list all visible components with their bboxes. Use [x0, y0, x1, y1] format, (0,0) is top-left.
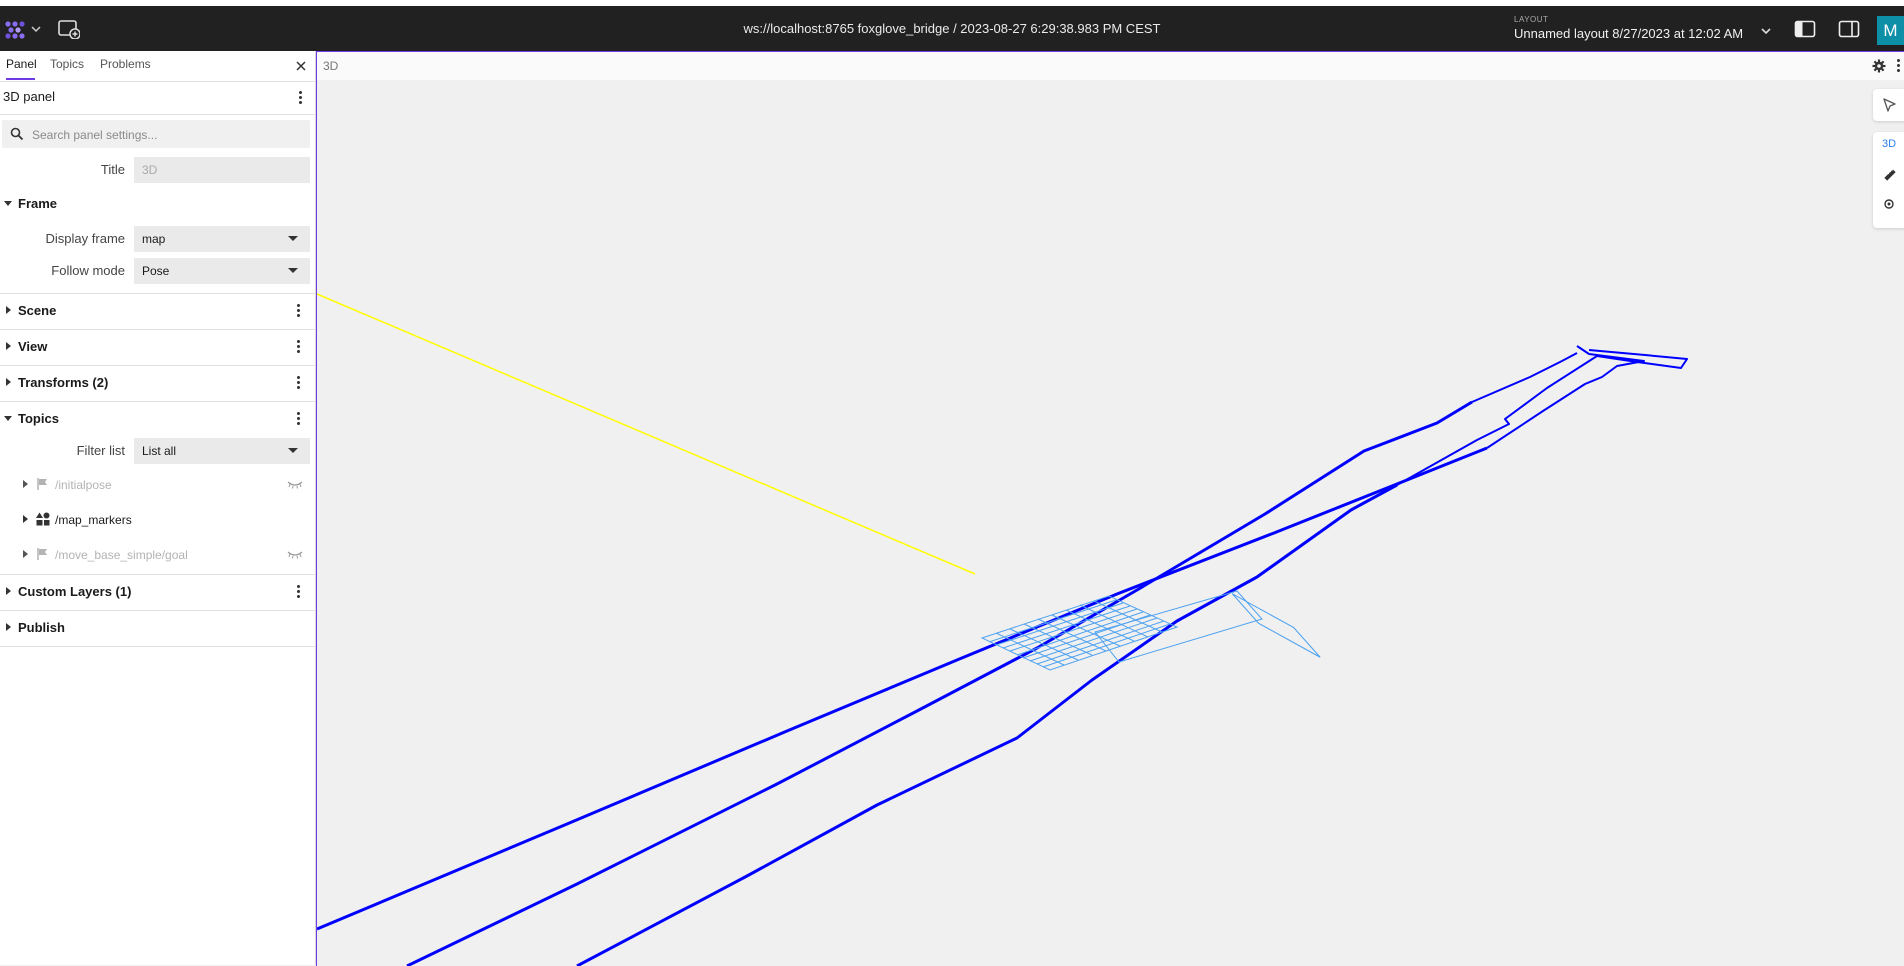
- filter-list-value: List all: [142, 444, 177, 458]
- section-publish[interactable]: Publish: [0, 611, 315, 645]
- select-tool-button[interactable]: [1873, 89, 1904, 121]
- scene-menu-kebab-icon[interactable]: [295, 304, 301, 318]
- view-mode-3d-button[interactable]: 3D: [1873, 138, 1904, 150]
- caret-right-icon[interactable]: [21, 515, 29, 523]
- section-publish-label: Publish: [18, 620, 65, 635]
- right-sidebar-toggle-icon[interactable]: [1838, 20, 1860, 38]
- foxglove-logo-icon[interactable]: [4, 18, 28, 40]
- layout-selector[interactable]: LAYOUT Unnamed layout 8/27/2023 at 12:02…: [1514, 15, 1743, 41]
- pose-arrow-line: [317, 293, 976, 575]
- title-value: 3D: [142, 163, 158, 177]
- custom-layers-menu-kebab-icon[interactable]: [295, 585, 301, 599]
- app-topbar: ws://localhost:8765 foxglove_bridge / 20…: [0, 6, 1904, 51]
- section-custom-layers-label: Custom Layers (1): [18, 584, 132, 599]
- 3d-viewport-panel: 3D 3D: [316, 51, 1904, 966]
- panel-settings-sidebar: Panel Topics Problems 3D panel Title 3D …: [0, 51, 316, 965]
- topic-row-map-markers[interactable]: /map_markers: [0, 505, 315, 535]
- settings-search: [2, 120, 310, 148]
- flag-icon: [37, 478, 47, 490]
- sidebar-tabs: Panel Topics Problems: [0, 51, 315, 82]
- topic-name: /move_base_simple/goal: [55, 548, 188, 562]
- caret-right-icon: [6, 342, 11, 350]
- shapes-icon: [36, 512, 50, 526]
- connection-title[interactable]: ws://localhost:8765 foxglove_bridge / 20…: [744, 21, 1161, 36]
- section-frame-label: Frame: [18, 196, 58, 211]
- view-tools-group: 3D: [1873, 132, 1904, 228]
- caret-right-icon[interactable]: [21, 480, 29, 488]
- section-view-label: View: [18, 339, 48, 354]
- left-sidebar-toggle-icon[interactable]: [1794, 20, 1816, 38]
- title-field[interactable]: 3D: [134, 157, 310, 183]
- add-panel-icon[interactable]: [58, 19, 80, 39]
- search-input[interactable]: [30, 123, 304, 147]
- filter-list-select[interactable]: List all: [134, 438, 310, 464]
- caret-right-icon: [6, 306, 11, 314]
- user-avatar[interactable]: M: [1877, 16, 1904, 45]
- filter-list-label: Filter list: [76, 443, 125, 458]
- gear-icon[interactable]: [1872, 59, 1886, 73]
- caret-down-icon: [4, 416, 12, 421]
- app-menu-chevron-icon[interactable]: [31, 24, 41, 34]
- caret-down-icon: [4, 201, 12, 206]
- dropdown-arrow-icon: [288, 268, 298, 273]
- view-menu-kebab-icon[interactable]: [295, 340, 301, 354]
- eye-closed-icon[interactable]: [287, 479, 303, 489]
- topic-row-move-base-goal[interactable]: /move_base_simple/goal: [0, 540, 315, 570]
- section-custom-layers[interactable]: Custom Layers (1): [0, 575, 315, 609]
- ground-grid: [980, 590, 1321, 671]
- cursor-icon: [1883, 98, 1896, 112]
- section-frame[interactable]: Frame: [0, 187, 315, 221]
- tab-topics[interactable]: Topics: [50, 57, 84, 71]
- layout-label: LAYOUT: [1514, 15, 1549, 24]
- topic-row-initialpose[interactable]: /initialpose: [0, 470, 315, 500]
- transforms-menu-kebab-icon[interactable]: [295, 376, 301, 390]
- caret-right-icon: [6, 587, 11, 595]
- section-transforms[interactable]: Transforms (2): [0, 366, 315, 400]
- section-scene[interactable]: Scene: [0, 294, 315, 328]
- ruler-icon[interactable]: [1883, 168, 1897, 182]
- section-transforms-label: Transforms (2): [18, 375, 109, 390]
- display-frame-select[interactable]: map: [134, 226, 310, 252]
- layout-chevron-down-icon[interactable]: [1760, 28, 1772, 36]
- tab-panel[interactable]: Panel: [6, 57, 37, 71]
- 3d-scene-canvas[interactable]: [317, 80, 1904, 966]
- caret-right-icon: [6, 378, 11, 386]
- close-icon[interactable]: [294, 59, 308, 73]
- search-icon: [10, 127, 24, 141]
- eye-closed-icon[interactable]: [287, 549, 303, 559]
- panel-toolbar: 3D: [317, 52, 1904, 80]
- tab-problems[interactable]: Problems: [100, 57, 151, 71]
- panel-toolbar-title: 3D: [323, 59, 339, 73]
- flag-icon: [37, 548, 47, 560]
- panel-title: 3D panel: [3, 89, 56, 104]
- publish-point-icon[interactable]: [1883, 198, 1895, 210]
- section-view[interactable]: View: [0, 330, 315, 364]
- panel-menu-kebab-icon[interactable]: [297, 91, 303, 105]
- topic-name: /map_markers: [55, 513, 132, 527]
- follow-mode-value: Pose: [142, 264, 170, 278]
- panel-menu-kebab-icon[interactable]: [1895, 59, 1901, 73]
- divider: [0, 646, 315, 647]
- layout-name: Unnamed layout 8/27/2023 at 12:02 AM: [1514, 26, 1744, 41]
- map-path-markers: [317, 345, 1688, 966]
- dropdown-arrow-icon: [288, 236, 298, 241]
- topics-menu-kebab-icon[interactable]: [295, 412, 301, 426]
- section-topics[interactable]: Topics: [0, 402, 315, 436]
- section-topics-label: Topics: [18, 411, 59, 426]
- title-label: Title: [100, 162, 125, 177]
- display-frame-value: map: [142, 232, 166, 246]
- section-scene-label: Scene: [18, 303, 57, 318]
- follow-mode-select[interactable]: Pose: [134, 258, 310, 284]
- dropdown-arrow-icon: [288, 448, 298, 453]
- follow-mode-label: Follow mode: [51, 263, 125, 278]
- topic-name: /initialpose: [55, 478, 112, 492]
- caret-right-icon[interactable]: [21, 550, 29, 558]
- caret-right-icon: [6, 623, 11, 631]
- divider: [0, 114, 315, 115]
- display-frame-label: Display frame: [45, 231, 125, 246]
- active-tab-indicator: [6, 78, 35, 80]
